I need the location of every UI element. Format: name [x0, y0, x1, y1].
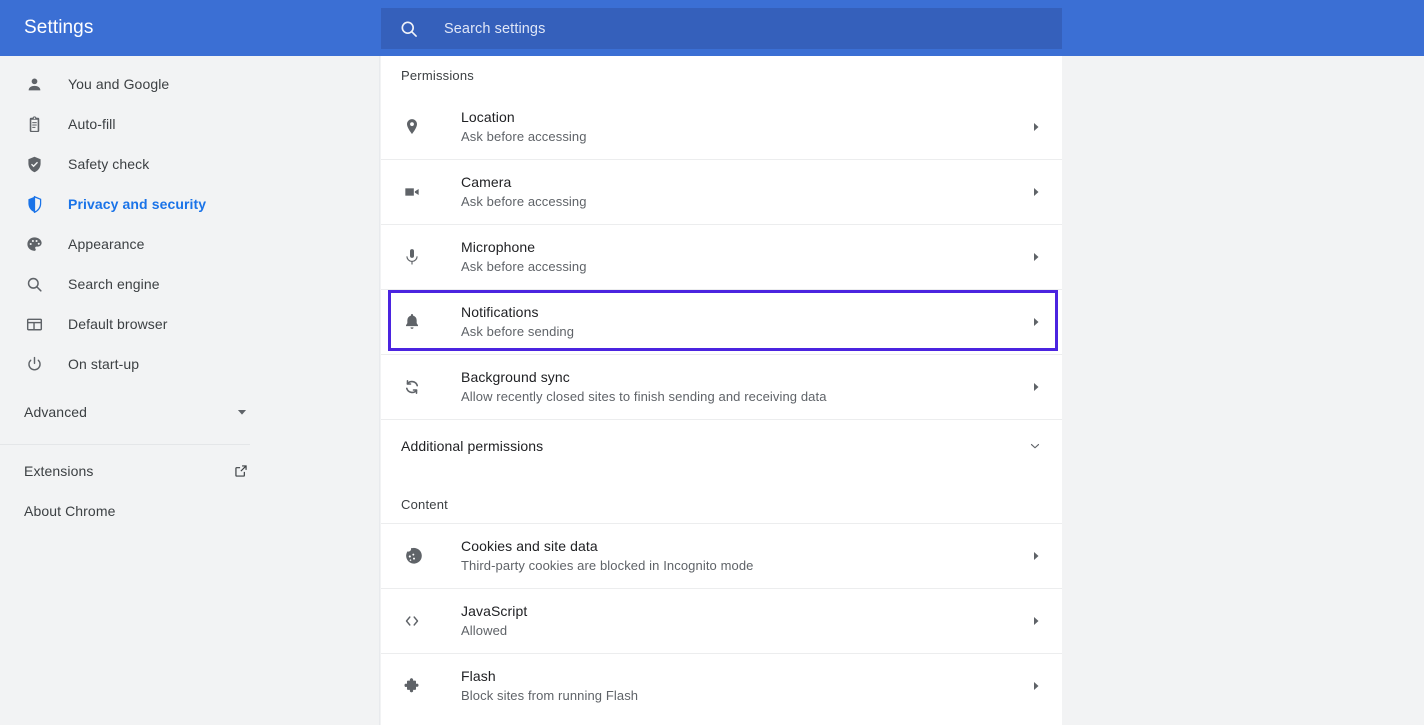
permission-row-subtitle: Ask before sending — [461, 322, 574, 342]
camera-icon — [401, 181, 423, 203]
search-input-placeholder: Search settings — [444, 21, 545, 37]
permission-row-text: Microphone Ask before accessing — [461, 237, 587, 277]
shield-check-icon — [24, 154, 44, 174]
puzzle-piece-icon — [401, 675, 423, 697]
search-icon — [24, 274, 44, 294]
sidebar-item-extensions[interactable]: Extensions — [0, 451, 379, 491]
code-brackets-icon — [401, 610, 423, 632]
permission-row-microphone[interactable]: Microphone Ask before accessing — [381, 224, 1062, 289]
search-icon — [399, 19, 419, 39]
sidebar-item-label: Privacy and security — [68, 196, 206, 212]
settings-content-card: Permissions Location Ask before accessin… — [381, 56, 1062, 725]
permission-row-text: Notifications Ask before sending — [461, 302, 574, 342]
permission-row-title: Background sync — [461, 367, 827, 387]
chevron-down-icon — [1028, 439, 1042, 453]
power-icon — [24, 354, 44, 374]
page-title: Settings — [24, 0, 93, 56]
search-settings-field[interactable]: Search settings — [381, 8, 1062, 49]
content-row-subtitle: Block sites from running Flash — [461, 686, 638, 706]
sidebar-item-label: On start-up — [68, 356, 139, 372]
sidebar-item-you-and-google[interactable]: You and Google — [0, 64, 379, 104]
content-row-text: Cookies and site data Third-party cookie… — [461, 536, 754, 576]
sidebar-item-label: Safety check — [68, 156, 149, 172]
content-row-flash[interactable]: Flash Block sites from running Flash — [381, 653, 1062, 718]
sidebar-item-label: Extensions — [24, 463, 93, 479]
content-section-title: Content — [381, 485, 1062, 523]
content-row-cookies-and-site-data[interactable]: Cookies and site data Third-party cookie… — [381, 523, 1062, 588]
content-row-subtitle: Allowed — [461, 621, 527, 641]
chevron-right-icon[interactable] — [1030, 381, 1042, 393]
sidebar-item-auto-fill[interactable]: Auto-fill — [0, 104, 379, 144]
sidebar-item-on-start-up[interactable]: On start-up — [0, 344, 379, 384]
permission-row-title: Location — [461, 107, 587, 127]
chevron-right-icon[interactable] — [1030, 550, 1042, 562]
permission-row-subtitle: Allow recently closed sites to finish se… — [461, 387, 827, 407]
permission-row-notifications[interactable]: Notifications Ask before sending — [381, 289, 1062, 354]
sidebar-item-label: About Chrome — [24, 503, 115, 519]
top-header-bar: Settings Search settings — [0, 0, 1424, 56]
sidebar-item-default-browser[interactable]: Default browser — [0, 304, 379, 344]
content-row-text: JavaScript Allowed — [461, 601, 527, 641]
settings-page: Settings Search settings You and Google — [0, 0, 1424, 725]
cookie-icon — [401, 545, 423, 567]
person-icon — [24, 74, 44, 94]
permission-row-background-sync[interactable]: Background sync Allow recently closed si… — [381, 354, 1062, 419]
open-in-new-icon — [233, 463, 249, 479]
chevron-right-icon[interactable] — [1030, 615, 1042, 627]
additional-permissions-expander[interactable]: Additional permissions — [381, 419, 1062, 471]
additional-permissions-label: Additional permissions — [401, 438, 543, 454]
content-row-text: Flash Block sites from running Flash — [461, 666, 638, 706]
sidebar-item-label: You and Google — [68, 76, 169, 92]
sidebar-advanced-label: Advanced — [24, 404, 87, 420]
sidebar-item-label: Default browser — [68, 316, 168, 332]
chevron-right-icon[interactable] — [1030, 251, 1042, 263]
content-row-subtitle: Third-party cookies are blocked in Incog… — [461, 556, 754, 576]
chevron-right-icon[interactable] — [1030, 316, 1042, 328]
location-pin-icon — [401, 116, 423, 138]
chevron-down-icon — [235, 405, 249, 419]
permissions-section-title: Permissions — [381, 56, 1062, 94]
permission-row-text: Camera Ask before accessing — [461, 172, 587, 212]
permission-row-title: Camera — [461, 172, 587, 192]
permission-row-title: Microphone — [461, 237, 587, 257]
palette-icon — [24, 234, 44, 254]
permission-row-title: Notifications — [461, 302, 574, 322]
permission-row-subtitle: Ask before accessing — [461, 192, 587, 212]
content-row-title: JavaScript — [461, 601, 527, 621]
sidebar-item-label: Search engine — [68, 276, 160, 292]
sidebar-item-about-chrome[interactable]: About Chrome — [0, 491, 379, 531]
sidebar-item-safety-check[interactable]: Safety check — [0, 144, 379, 184]
microphone-icon — [401, 246, 423, 268]
sync-icon — [401, 376, 423, 398]
sidebar-item-privacy-and-security[interactable]: Privacy and security — [0, 184, 379, 224]
settings-sidebar: You and Google Auto-fill Safety chec — [0, 56, 380, 725]
permission-row-text: Background sync Allow recently closed si… — [461, 367, 827, 407]
sidebar-item-label: Appearance — [68, 236, 145, 252]
browser-window-icon — [24, 314, 44, 334]
shield-icon — [24, 194, 44, 214]
permission-row-camera[interactable]: Camera Ask before accessing — [381, 159, 1062, 224]
sidebar-item-search-engine[interactable]: Search engine — [0, 264, 379, 304]
content-row-title: Cookies and site data — [461, 536, 754, 556]
chevron-right-icon[interactable] — [1030, 186, 1042, 198]
content-row-javascript[interactable]: JavaScript Allowed — [381, 588, 1062, 653]
clipboard-icon — [24, 114, 44, 134]
permission-row-subtitle: Ask before accessing — [461, 257, 587, 277]
sidebar-item-label: Auto-fill — [68, 116, 116, 132]
permission-row-location[interactable]: Location Ask before accessing — [381, 94, 1062, 159]
chevron-right-icon[interactable] — [1030, 121, 1042, 133]
sidebar-item-appearance[interactable]: Appearance — [0, 224, 379, 264]
permission-row-text: Location Ask before accessing — [461, 107, 587, 147]
content-row-title: Flash — [461, 666, 638, 686]
chevron-right-icon[interactable] — [1030, 680, 1042, 692]
permission-row-subtitle: Ask before accessing — [461, 127, 587, 147]
sidebar-advanced-expander[interactable]: Advanced — [0, 392, 379, 432]
bell-icon — [401, 311, 423, 333]
